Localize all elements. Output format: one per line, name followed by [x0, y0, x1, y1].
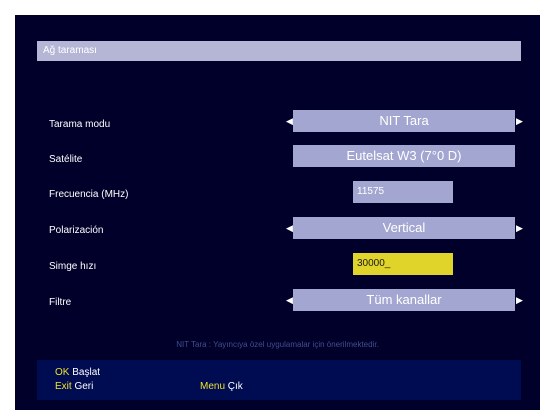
- polarization-label: Polarización: [49, 225, 104, 236]
- exit-action-label: Geri: [74, 381, 94, 392]
- filter-left-arrow-icon[interactable]: ◀: [286, 289, 293, 311]
- satellite-label: Satélite: [49, 154, 83, 165]
- frequency-label: Frecuencia (MHz): [49, 189, 129, 200]
- symbol-rate-label: Simge hızı: [49, 261, 97, 272]
- help-bar: OK Başlat Exit Geri Menu Çık: [37, 360, 521, 400]
- page-title: Ağ taraması: [37, 41, 521, 61]
- ok-action-label: Başlat: [72, 367, 101, 378]
- scan-mode-selector[interactable]: NIT Tara: [293, 110, 515, 132]
- polarization-selector[interactable]: Vertical: [293, 217, 515, 239]
- menu-key-label: Menu: [200, 381, 226, 392]
- scan-mode-right-arrow-icon[interactable]: ▶: [516, 110, 523, 132]
- polarization-right-arrow-icon[interactable]: ▶: [516, 217, 523, 239]
- polarization-left-arrow-icon[interactable]: ◀: [286, 217, 293, 239]
- filter-right-arrow-icon[interactable]: ▶: [516, 289, 523, 311]
- filter-selector[interactable]: Tüm kanallar: [293, 289, 515, 311]
- filter-label: Filtre: [49, 297, 72, 308]
- tv-menu-screen: Ağ taraması Tarama modu ◀ NIT Tara ▶ Sat…: [15, 15, 540, 410]
- help-ok: OK Başlat: [55, 367, 100, 379]
- exit-key-label: Exit: [55, 381, 72, 392]
- menu-action-label: Çık: [227, 381, 243, 392]
- ok-key-label: OK: [55, 367, 70, 378]
- frequency-input[interactable]: 11575: [353, 181, 453, 203]
- help-menu: Menu Çık: [200, 381, 243, 393]
- scan-mode-left-arrow-icon[interactable]: ◀: [286, 110, 293, 132]
- help-exit: Exit Geri: [55, 381, 93, 393]
- symbol-rate-input[interactable]: 30000_: [353, 253, 453, 275]
- satellite-field[interactable]: Eutelsat W3 (7°0 D): [293, 145, 515, 167]
- hint-text: NIT Tara : Yayıncıya özel uygulamalar iç…: [176, 340, 379, 349]
- scan-mode-label: Tarama modu: [49, 119, 111, 130]
